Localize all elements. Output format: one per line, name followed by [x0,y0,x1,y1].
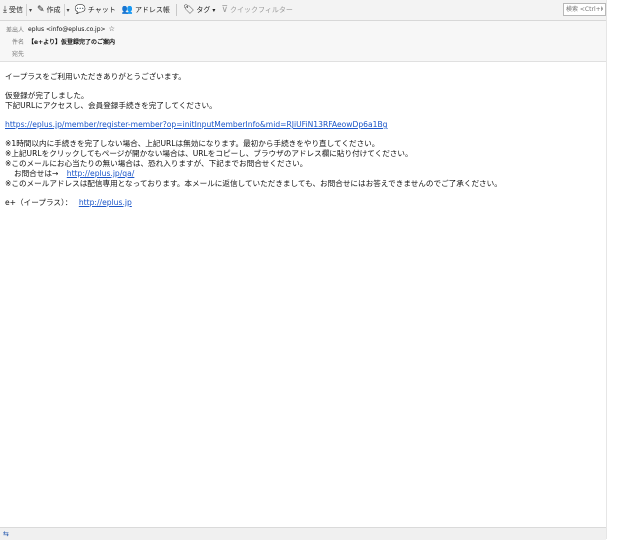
compose-dropdown[interactable]: ▾ [63,4,72,16]
address-book-label: アドレス帳 [134,6,170,14]
inquiry-line: お問合せは→ http://eplus.jp/qa/ [5,169,605,179]
note-unknown: ※このメールにお心当たりの無い場合は、恐れ入りますが、下記までお問合せください。 [5,159,308,168]
sender-address[interactable]: eplus <info@eplus.co.jp> [28,26,106,33]
chat-button[interactable]: 💬 チャット [72,2,119,18]
receive-button[interactable]: ⤓ 受信 [0,2,26,18]
contacts-icon: 👥 [121,5,133,15]
note-no-reply: ※このメールアドレスは配信専用となっております。本メールに返信していただきまして… [5,179,502,188]
from-label: 差出人 [5,26,24,34]
tag-button[interactable]: 🏷 タグ ▾ [180,2,218,18]
toolbar-divider [175,4,177,16]
receive-dropdown[interactable]: ▾ [25,4,34,16]
compose-button[interactable]: ✎ 作成 [34,2,64,18]
message-body: イープラスをご利用いただきありがとうございます。 仮登録が完了しました。 下記U… [5,72,605,208]
message-header: 差出人 eplus <info@eplus.co.jp> ☆ 件名 【e+より】… [0,21,606,62]
signature-link[interactable]: http://eplus.jp [79,198,132,207]
receive-label: 受信 [8,6,23,14]
register-link[interactable]: https://eplus.jp/member/register-member?… [5,120,388,129]
note-copy-url: ※上記URLをクリックしてもページが開かない場合は、URLをコピーし、ブラウザの… [5,149,413,158]
chat-icon: 💬 [74,5,86,15]
signature-label: e+（イープラス）： [5,198,73,207]
address-book-button[interactable]: 👥 アドレス帳 [119,2,173,18]
subject-value: 【e+より】仮登録完了のご案内 [28,38,115,46]
chevron-down-icon: ▾ [66,6,70,14]
note-expiry: ※1時間以内に手続きを完了しない場合、上記URLは無効になります。最初から手続き… [5,139,380,148]
tag-icon: 🏷 [182,5,195,15]
search-input[interactable] [563,3,606,16]
registered-text: 仮登録が完了しました。 [5,91,89,100]
pencil-icon: ✎ [37,5,45,15]
chevron-down-icon: ▾ [212,6,216,14]
instruction-text: 下記URLにアクセスし、会員登録手続きを完了してください。 [5,101,217,110]
connection-icon: ⇆ [3,530,9,538]
toolbar: ⤓ 受信 ▾ ✎ 作成 ▾ 💬 チャット 👥 アドレス帳 🏷 タグ ▾ ⊽ クイ… [0,0,606,21]
subject-label: 件名 [11,38,24,46]
inquiry-link[interactable]: http://eplus.jp/qa/ [67,169,135,178]
quick-filter-button[interactable]: ⊽ クイックフィルター [218,2,295,18]
to-label: 宛先 [11,50,24,58]
subject-row: 件名 【e+より】仮登録完了のご案内 [0,36,115,46]
chevron-down-icon: ▾ [28,6,32,14]
filter-icon: ⊽ [221,5,228,15]
signature-line: e+（イープラス）： http://eplus.jp [5,198,605,208]
tag-label: タグ [196,6,211,14]
chat-label: チャット [87,6,116,14]
from-row: 差出人 eplus <info@eplus.co.jp> ☆ [0,24,115,34]
to-row: 宛先 [0,48,28,58]
star-icon[interactable]: ☆ [109,25,115,33]
quick-filter-label: クイックフィルター [229,6,293,14]
download-icon: ⤓ [3,5,7,15]
right-panel-edge [606,0,630,539]
compose-label: 作成 [46,6,61,14]
status-bar: ⇆ [0,527,606,540]
inquiry-label: お問合せは→ [14,169,59,178]
greeting-text: イープラスをご利用いただきありがとうございます。 [5,72,186,81]
